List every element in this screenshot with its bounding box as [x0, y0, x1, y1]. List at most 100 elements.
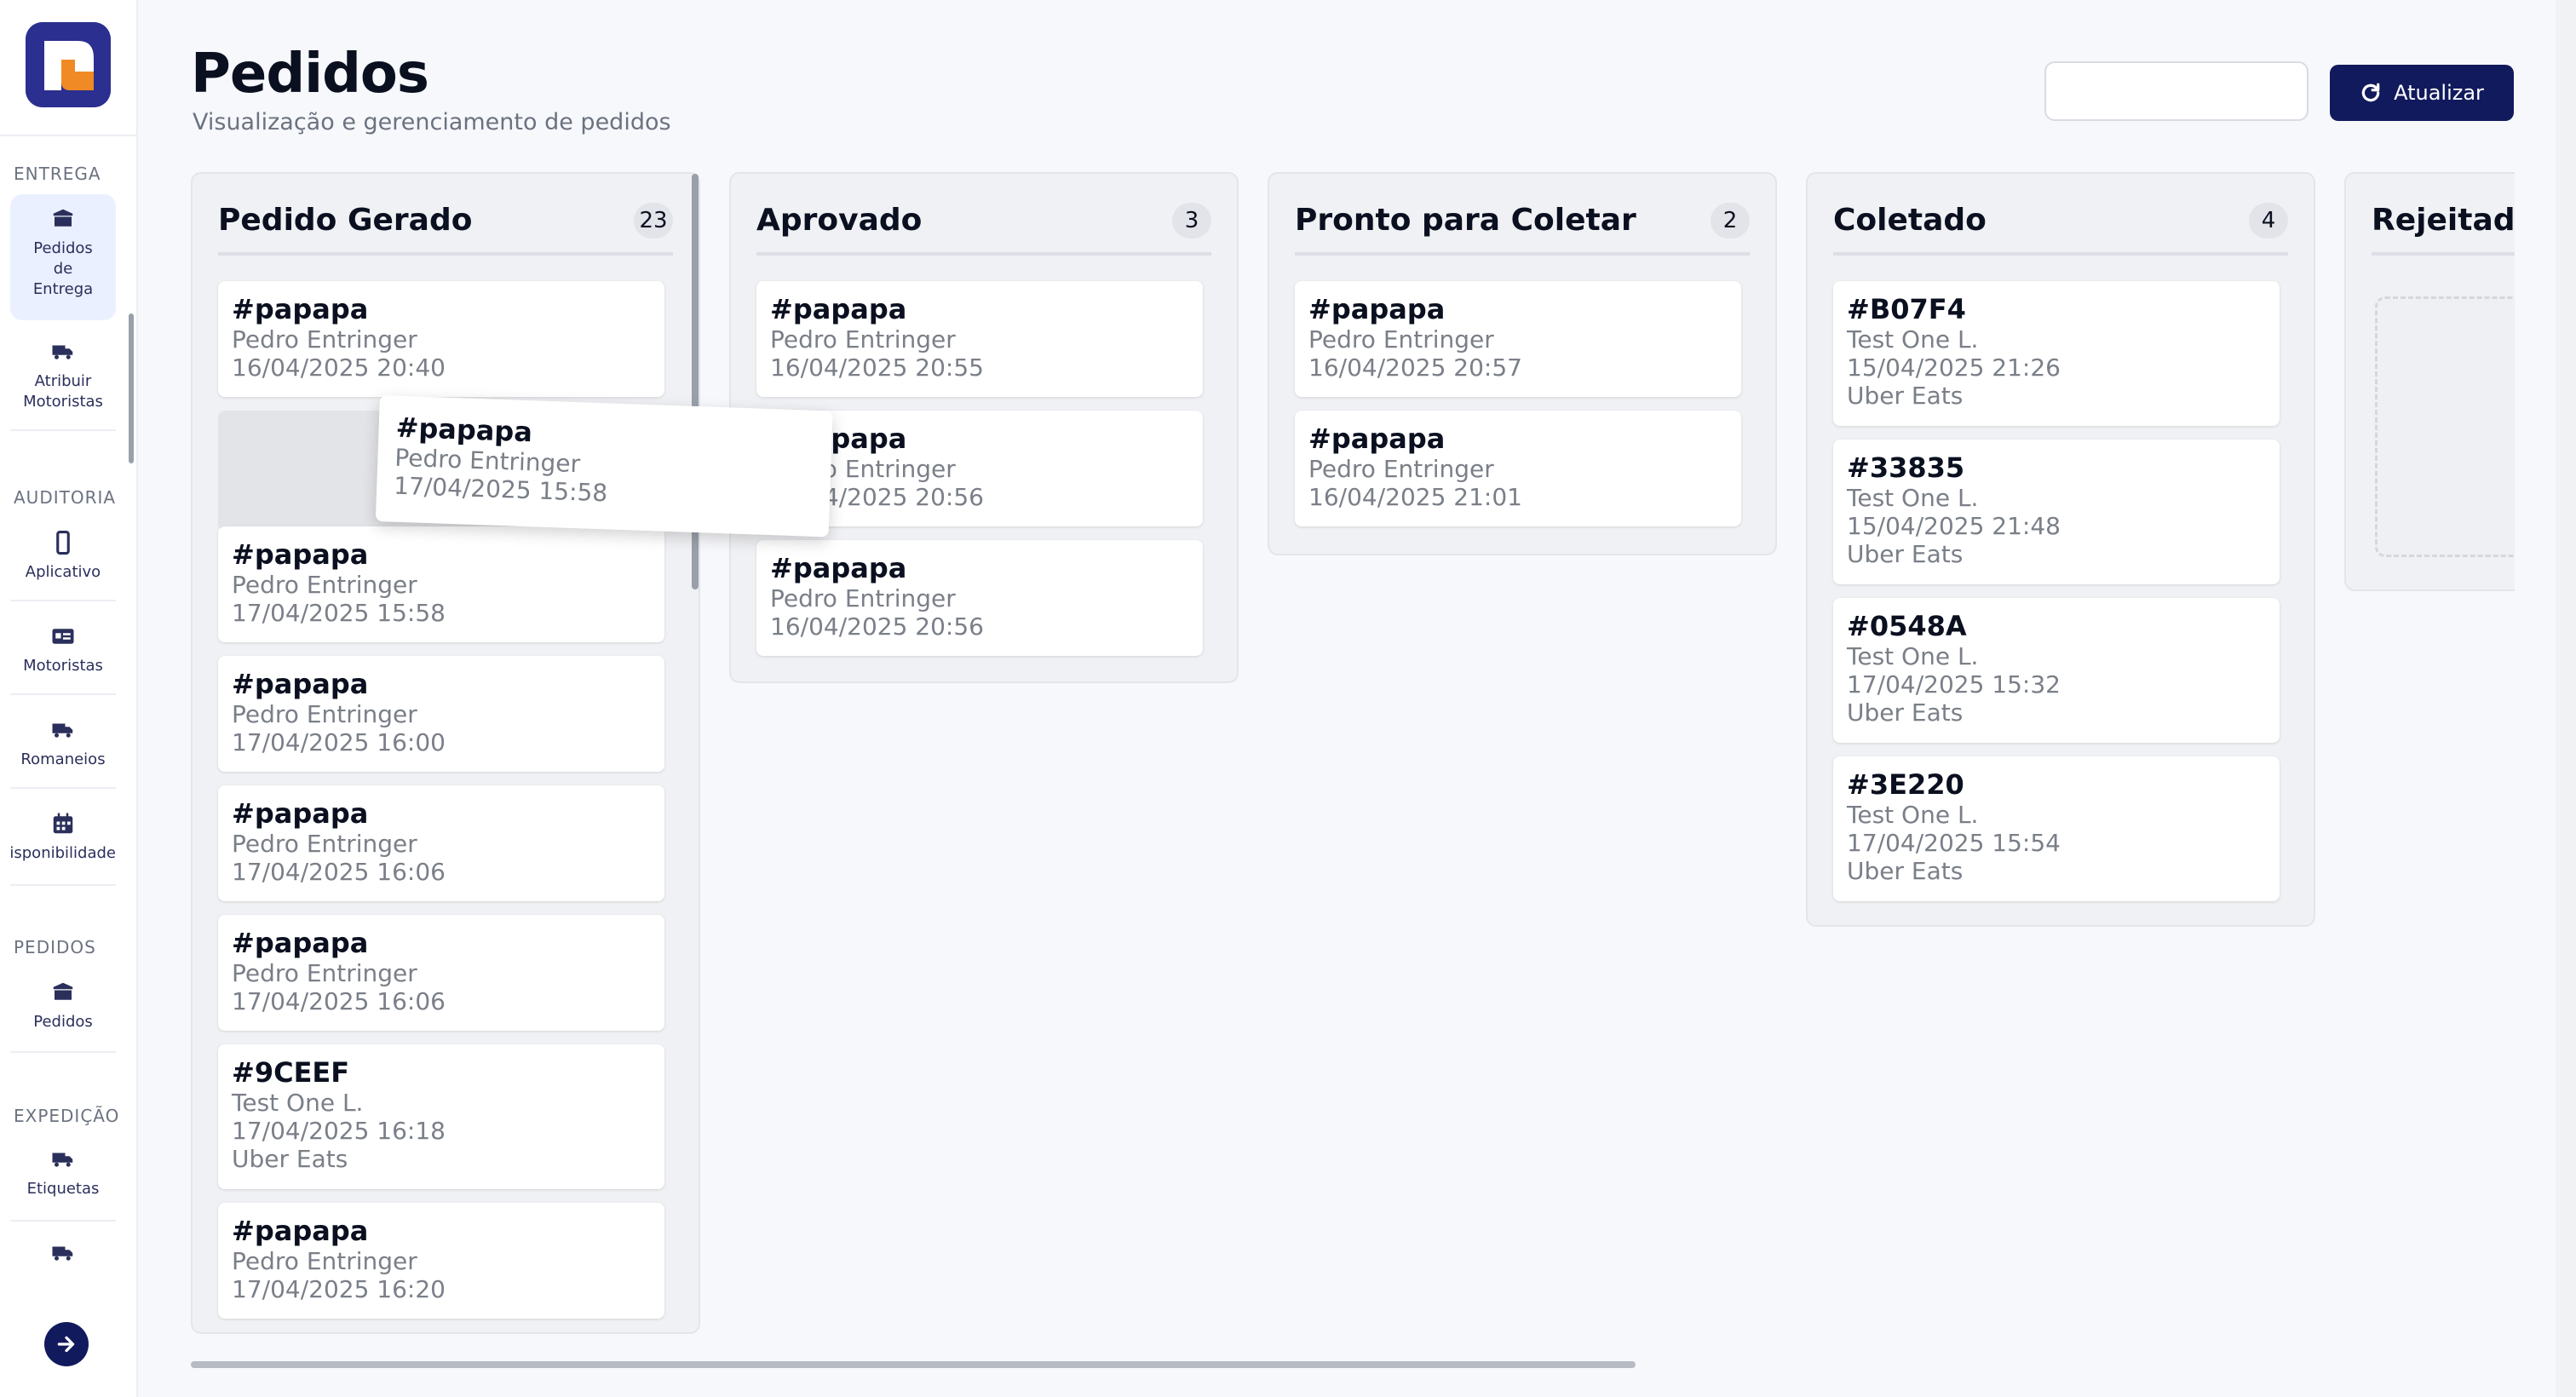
- column-pronto-para-coletar: Pronto para Coletar 2 #papapa Pedro Entr…: [1268, 172, 1777, 555]
- order-id: #papapa: [232, 293, 369, 325]
- id-card-icon: [52, 629, 74, 644]
- truck-fast-icon: [52, 345, 73, 359]
- column-title: Coletado: [1833, 203, 1987, 238]
- order-customer: Pedro Entringer: [770, 584, 956, 612]
- order-card[interactable]: #3E220 Test One L. 17/04/2025 15:54 Uber…: [1833, 756, 2280, 901]
- sidebar-item-pedidos[interactable]: Pedidos: [10, 980, 116, 1053]
- order-card[interactable]: #33835 Test One L. 15/04/2025 21:48 Uber…: [1833, 440, 2280, 584]
- column-count-badge: 2: [1711, 203, 1750, 239]
- column-count-badge: 3: [1172, 203, 1211, 239]
- order-source: Uber Eats: [1847, 857, 1964, 885]
- order-card[interactable]: #papapa Pedro Entringer 17/04/2025 16:20: [218, 1203, 664, 1319]
- order-card[interactable]: #papapa Pedro Entringer 17/04/2025 16:06: [218, 915, 664, 1031]
- order-source: Uber Eats: [232, 1145, 348, 1173]
- sidebar-item-label: Pedidos de Entrega: [32, 239, 94, 298]
- app-logo[interactable]: [26, 22, 111, 107]
- order-source: Uber Eats: [1847, 540, 1964, 568]
- sidebar-item-label: Etiquetas: [26, 1180, 100, 1198]
- order-customer: Pedro Entringer: [1308, 325, 1494, 354]
- sidebar-item-etiquetas[interactable]: Etiquetas: [10, 1147, 116, 1222]
- column-title: Aprovado: [756, 203, 923, 238]
- order-customer: Pedro Entringer: [232, 1247, 417, 1275]
- sidebar-item-atribuir-motoristas[interactable]: Atribuir Motoristas: [10, 339, 116, 431]
- column-title: Pedido Gerado: [218, 203, 473, 238]
- order-id: #papapa: [232, 1215, 369, 1247]
- refresh-button[interactable]: Atualizar: [2330, 65, 2514, 121]
- order-date: 15/04/2025 21:48: [1847, 512, 2061, 540]
- page-vertical-scrollbar[interactable]: [2556, 0, 2576, 1397]
- sidebar-item-disponibilidade[interactable]: Disponibilidade: [10, 811, 116, 886]
- order-date: 16/04/2025 20:57: [1308, 354, 1522, 382]
- page-subtitle: Visualização e gerenciamento de pedidos: [193, 109, 671, 135]
- order-customer: Test One L.: [1847, 642, 1979, 670]
- order-id: #33835: [1847, 451, 1965, 484]
- page-title: Pedidos: [191, 43, 429, 106]
- board-horizontal-scrollbar[interactable]: [191, 1361, 1636, 1368]
- sidebar: ENTREGA Pedidos de Entrega Atribuir Moto…: [0, 0, 138, 1397]
- order-card[interactable]: #papapa Pedro Entringer 16/04/2025 20:56: [756, 540, 1203, 656]
- column-header: Aprovado 3: [756, 198, 1211, 256]
- column-header: Coletado 4: [1833, 198, 2288, 256]
- order-card[interactable]: #papapa Pedro Entringer 17/04/2025 15:58: [218, 526, 664, 642]
- order-card[interactable]: #0548A Test One L. 17/04/2025 15:32 Uber…: [1833, 598, 2280, 743]
- order-id: #papapa: [770, 552, 907, 584]
- order-id: #papapa: [232, 927, 369, 959]
- sidebar-item-label: Motoristas: [23, 657, 103, 675]
- order-date: 15/04/2025 21:26: [1847, 354, 2061, 382]
- order-card[interactable]: #papapa Pedro Entringer 16/04/2025 20:55: [756, 281, 1203, 397]
- sidebar-item-pedidos-de-entrega[interactable]: Pedidos de Entrega: [10, 194, 116, 320]
- sidebar-item-expedicao-extra[interactable]: [10, 1240, 116, 1274]
- order-date: 17/04/2025 15:54: [1847, 829, 2061, 857]
- truck-icon: [52, 723, 73, 738]
- sidebar-item-label: Pedidos: [33, 1013, 93, 1031]
- order-date: 16/04/2025 20:56: [770, 612, 984, 641]
- sidebar-section-expedicao: EXPEDIÇÃO: [14, 1106, 120, 1126]
- search-input[interactable]: [2044, 61, 2309, 121]
- order-card[interactable]: #papapa Pedro Entringer 17/04/2025 16:06: [218, 785, 664, 901]
- sidebar-item-romaneios[interactable]: Romaneios: [10, 717, 116, 789]
- order-date: 17/04/2025 16:00: [232, 728, 446, 756]
- sidebar-section-entrega: ENTREGA: [14, 164, 101, 184]
- order-customer: Pedro Entringer: [1308, 455, 1494, 483]
- order-card[interactable]: #papapa Pedro Entringer 17/04/2025 16:00: [218, 656, 664, 772]
- sidebar-divider: [0, 135, 136, 136]
- sidebar-section-auditoria: AUDITORIA: [14, 487, 117, 508]
- order-customer: Pedro Entringer: [232, 325, 417, 354]
- column-header: Pronto para Coletar 2: [1295, 198, 1750, 256]
- order-id: #0548A: [1847, 610, 1967, 642]
- mobile-icon: [56, 530, 70, 555]
- truck-fast-icon: [52, 1153, 73, 1167]
- order-date: 17/04/2025 16:06: [232, 987, 446, 1015]
- column-count-badge: 4: [2249, 203, 2288, 239]
- sidebar-item-label: Atribuir Motoristas: [23, 372, 103, 411]
- sidebar-scrollbar[interactable]: [129, 313, 134, 463]
- order-card[interactable]: #9CEEF Test One L. 17/04/2025 16:18 Uber…: [218, 1044, 664, 1189]
- order-customer: Pedro Entringer: [770, 325, 956, 354]
- sidebar-item-label: Romaneios: [20, 750, 106, 768]
- order-id: #9CEEF: [232, 1056, 350, 1089]
- order-id: #papapa: [1308, 293, 1446, 325]
- order-card[interactable]: #papapa Pedro Entringer 16/04/2025 21:01: [1295, 411, 1741, 526]
- sidebar-item-motoristas[interactable]: Motoristas: [10, 624, 116, 695]
- order-card[interactable]: #papapa Pedro Entringer 16/04/2025 20:57: [1295, 281, 1741, 397]
- sidebar-item-aplicativo[interactable]: Aplicativo: [10, 530, 116, 601]
- order-card[interactable]: #B07F4 Test One L. 15/04/2025 21:26 Uber…: [1833, 281, 2280, 426]
- order-customer: Pedro Entringer: [232, 959, 417, 987]
- expand-sidebar-button[interactable]: [44, 1322, 89, 1366]
- refresh-button-label: Atualizar: [2394, 81, 2484, 105]
- order-date: 17/04/2025 16:20: [232, 1275, 446, 1303]
- order-date: 16/04/2025 20:56: [770, 483, 984, 511]
- order-date: 16/04/2025 20:40: [232, 354, 446, 382]
- sidebar-item-label: Aplicativo: [25, 563, 101, 581]
- column-title: Rejeitado: [2372, 203, 2515, 238]
- column-pedido-gerado: Pedido Gerado 23 #papapa Pedro Entringer…: [191, 172, 700, 1334]
- order-date: 16/04/2025 21:01: [1308, 483, 1522, 511]
- column-header: Pedido Gerado 23: [218, 198, 673, 256]
- calendar-icon: [53, 813, 73, 834]
- order-source: Uber Eats: [1847, 382, 1964, 410]
- order-card[interactable]: #papapa Pedro Entringer 16/04/2025 20:40: [218, 281, 664, 397]
- empty-drop-zone: [2375, 296, 2515, 557]
- order-id: #papapa: [232, 538, 369, 571]
- dragging-order-card[interactable]: #papapa Pedro Entringer 17/04/2025 15:58: [375, 395, 833, 538]
- order-id: #papapa: [770, 293, 907, 325]
